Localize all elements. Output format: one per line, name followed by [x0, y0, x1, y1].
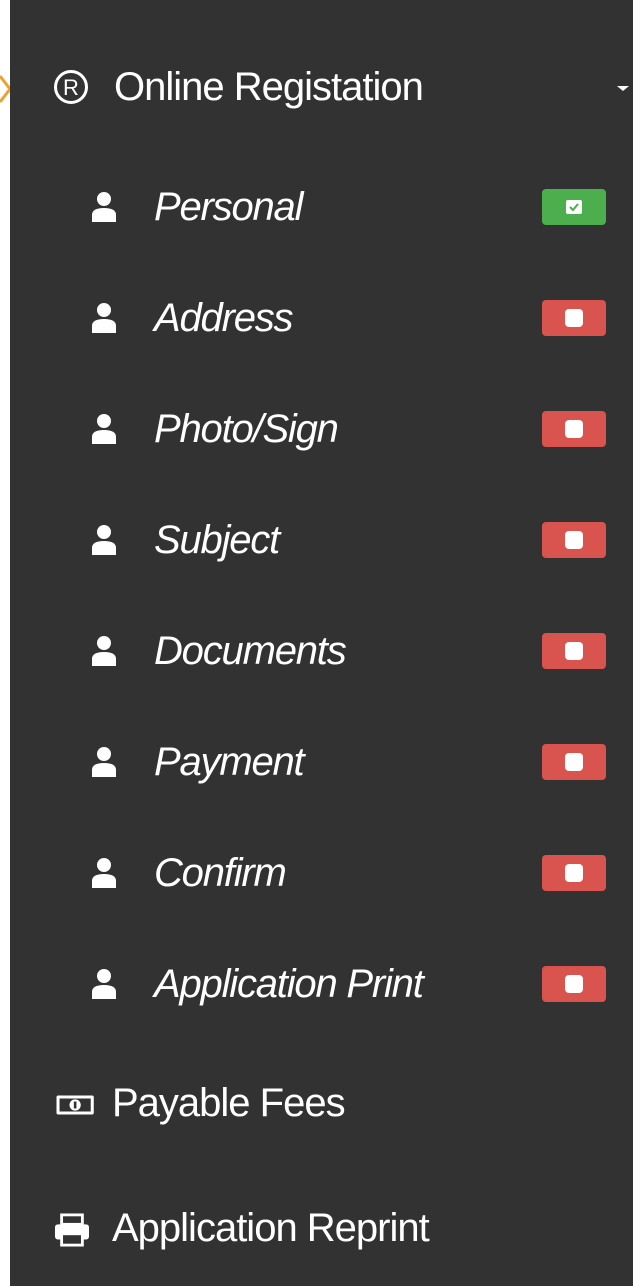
- submenu-item-label: Payment: [154, 740, 305, 784]
- user-icon: [92, 969, 116, 999]
- user-icon: [92, 525, 116, 555]
- submenu-item-address[interactable]: Address: [10, 287, 633, 349]
- submenu-item-label: Subject: [154, 518, 280, 562]
- empty-square-icon: [565, 642, 583, 660]
- menu-application-reprint[interactable]: Application Reprint: [10, 1197, 633, 1261]
- status-badge-incomplete: [542, 522, 606, 558]
- page: R Online Registation Personal Address Ph…: [0, 0, 633, 1286]
- empty-square-icon: [565, 864, 583, 882]
- empty-square-icon: [565, 753, 583, 771]
- status-badge-complete: [542, 189, 606, 225]
- status-badge-incomplete: [542, 855, 606, 891]
- user-icon: [92, 636, 116, 666]
- submenu-item-payment[interactable]: Payment: [10, 731, 633, 793]
- user-icon: [92, 414, 116, 444]
- submenu-item-label: Personal: [154, 185, 303, 229]
- submenu-item-label: Documents: [154, 629, 347, 673]
- sidebar-menu: R Online Registation Personal Address Ph…: [10, 0, 633, 1286]
- submenu-item-label: Confirm: [154, 851, 287, 895]
- status-badge-incomplete: [542, 966, 606, 1002]
- status-badge-incomplete: [542, 300, 606, 336]
- menu-application-reprint-label: Application Reprint: [112, 1206, 430, 1250]
- status-badge-incomplete: [542, 411, 606, 447]
- empty-square-icon: [565, 531, 583, 549]
- empty-square-icon: [565, 309, 583, 327]
- submenu-item-documents[interactable]: Documents: [10, 620, 633, 682]
- check-icon: [566, 200, 582, 214]
- user-icon: [92, 747, 116, 777]
- empty-square-icon: [565, 420, 583, 438]
- money-icon: [56, 1095, 94, 1115]
- status-badge-incomplete: [542, 633, 606, 669]
- submenu-item-label: Application Print: [154, 962, 424, 1006]
- submenu-item-label: Photo/Sign: [154, 407, 339, 451]
- caret-down-icon[interactable]: [617, 86, 629, 91]
- svg-text:R: R: [63, 75, 79, 100]
- menu-online-registration-label: Online Registation: [114, 65, 424, 109]
- submenu-item-photo-sign[interactable]: Photo/Sign: [10, 398, 633, 460]
- menu-payable-fees-label: Payable Fees: [112, 1081, 346, 1125]
- menu-online-registration[interactable]: R Online Registation: [10, 56, 633, 120]
- empty-square-icon: [565, 975, 583, 993]
- submenu-item-application-print[interactable]: Application Print: [10, 953, 633, 1015]
- registered-icon: R: [54, 70, 88, 104]
- user-icon: [92, 303, 116, 333]
- menu-payable-fees[interactable]: Payable Fees: [10, 1072, 633, 1136]
- submenu-item-subject[interactable]: Subject: [10, 509, 633, 571]
- user-icon: [92, 192, 116, 222]
- user-icon: [92, 858, 116, 888]
- submenu-item-label: Address: [154, 296, 294, 340]
- print-icon: [55, 1213, 89, 1247]
- status-badge-incomplete: [542, 744, 606, 780]
- submenu-item-confirm[interactable]: Confirm: [10, 842, 633, 904]
- submenu-item-personal[interactable]: Personal: [10, 176, 633, 238]
